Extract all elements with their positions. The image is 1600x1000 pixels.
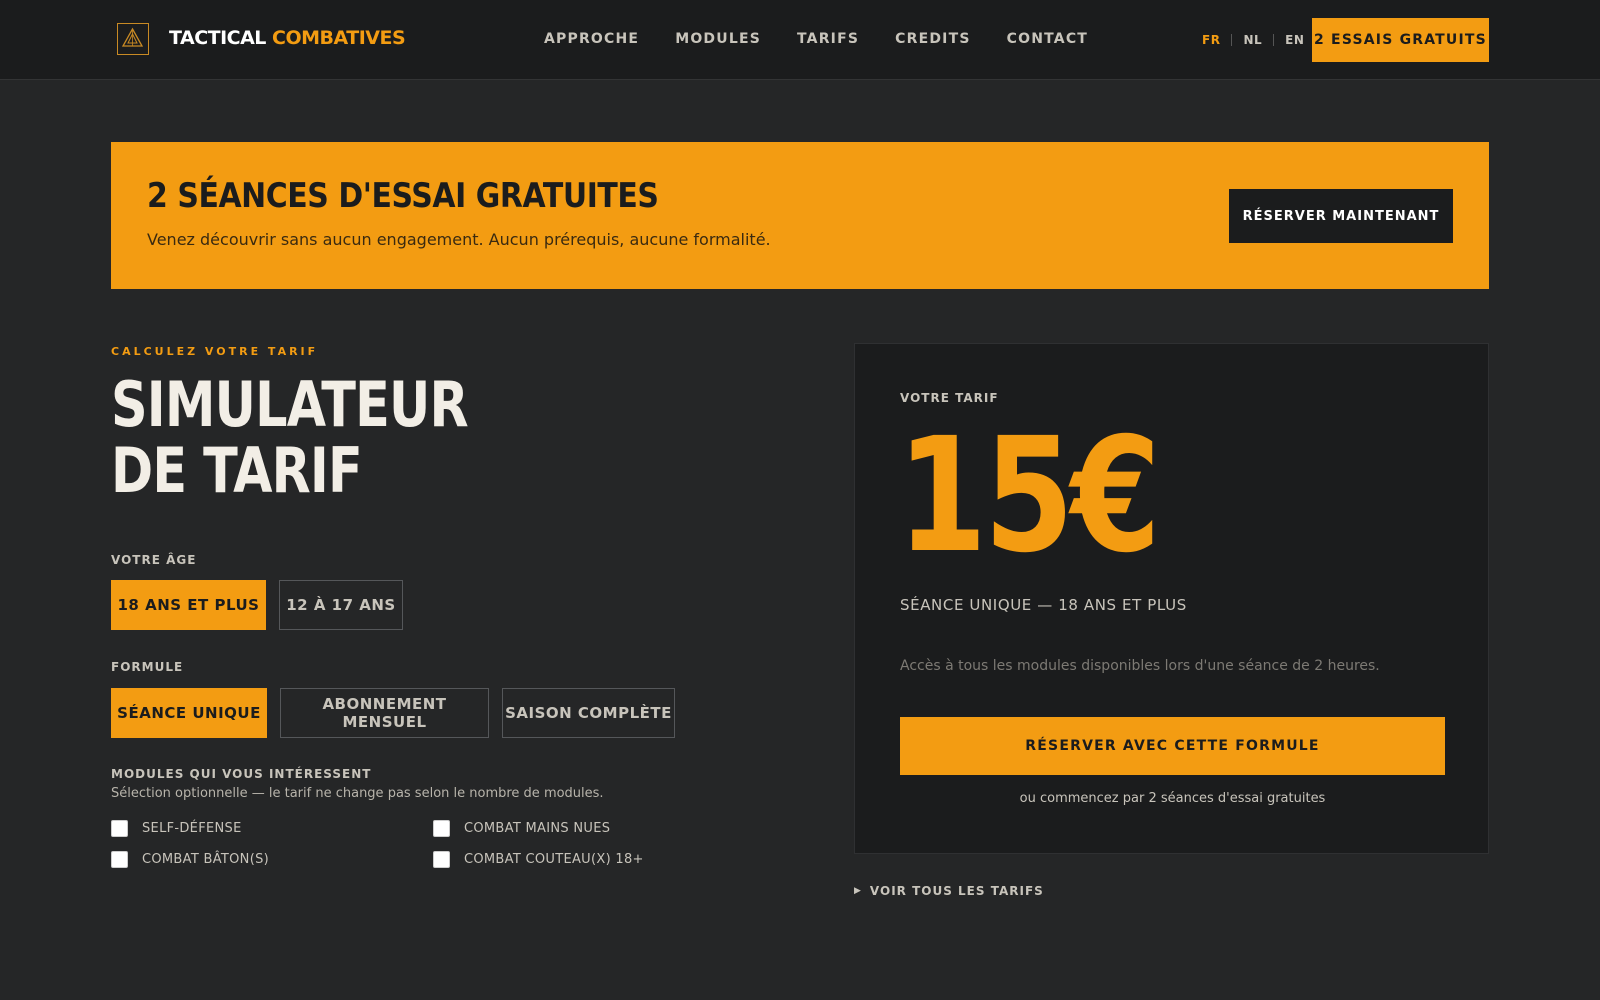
modules-label: MODULES QUI VOUS INTÉRESSENT (111, 767, 372, 781)
all-tarifs-label: VOIR TOUS LES TARIFS (869, 884, 1044, 898)
brand-primary: TACTICAL (169, 27, 266, 49)
free-trial-banner: 2 SÉANCES D'ESSAI GRATUITES Venez découv… (111, 142, 1489, 289)
simulator-title-line2: DE TARIF (111, 434, 363, 507)
formula-label: FORMULE (111, 660, 184, 674)
module-label: SELF-DÉFENSE (142, 821, 242, 836)
main-menu: APPROCHE MODULES TARIFS CREDITS CONTACT (544, 31, 1088, 47)
menu-item-credits[interactable]: CREDITS (895, 31, 970, 47)
lang-fr[interactable]: FR (1202, 33, 1220, 47)
menu-item-tarifs[interactable]: TARIFS (797, 31, 859, 47)
checkbox[interactable] (433, 851, 450, 868)
price-description: SÉANCE UNIQUE — 18 ANS ET PLUS (900, 596, 1187, 614)
simulator-title-line1: SIMULATEUR (111, 368, 469, 441)
module-stick[interactable]: COMBAT BÂTON(S) (111, 851, 269, 868)
formula-option-monthly[interactable]: ABONNEMENT MENSUEL (280, 688, 489, 738)
language-switcher: FR NL EN (1202, 33, 1304, 47)
menu-item-contact[interactable]: CONTACT (1007, 31, 1088, 47)
price-result-card: VOTRE TARIF 15€ SÉANCE UNIQUE — 18 ANS E… (854, 343, 1489, 854)
lang-divider (1231, 34, 1233, 46)
module-label: COMBAT MAINS NUES (464, 821, 611, 836)
simulator-title: SIMULATEUR DE TARIF (111, 372, 469, 507)
lang-en[interactable]: EN (1285, 33, 1304, 47)
price-value: 15€ (897, 404, 1161, 588)
modules-hint: Sélection optionnelle — le tarif ne chan… (111, 786, 604, 801)
menu-item-approche[interactable]: APPROCHE (544, 31, 639, 47)
price-info: Accès à tous les modules disponibles lor… (900, 658, 1380, 674)
top-nav: TACTICAL COMBATIVES APPROCHE MODULES TAR… (0, 0, 1600, 80)
banner-subtitle: Venez découvrir sans aucun engagement. A… (147, 230, 771, 249)
module-knife[interactable]: COMBAT COUTEAU(X) 18+ (433, 851, 644, 868)
all-tarifs-toggle[interactable]: ▶ VOIR TOUS LES TARIFS (854, 884, 1044, 898)
checkbox[interactable] (111, 851, 128, 868)
menu-item-modules[interactable]: MODULES (675, 31, 761, 47)
brand-accent: COMBATIVES (272, 27, 406, 49)
simulator-eyebrow: CALCULEZ VOTRE TARIF (111, 345, 319, 358)
book-formula-button[interactable]: RÉSERVER AVEC CETTE FORMULE (900, 717, 1445, 775)
free-trials-button[interactable]: 2 ESSAIS GRATUITS (1312, 18, 1489, 62)
lang-nl[interactable]: NL (1243, 33, 1262, 47)
module-self-defense[interactable]: SELF-DÉFENSE (111, 820, 242, 837)
age-option-teen[interactable]: 12 À 17 ANS (279, 580, 403, 630)
age-label: VOTRE ÂGE (111, 553, 197, 567)
banner-title: 2 SÉANCES D'ESSAI GRATUITES (147, 176, 659, 216)
formula-option-season[interactable]: SAISON COMPLÈTE (502, 688, 675, 738)
module-bare-hands[interactable]: COMBAT MAINS NUES (433, 820, 610, 837)
formula-option-single[interactable]: SÉANCE UNIQUE (111, 688, 267, 738)
brand-name[interactable]: TACTICAL COMBATIVES (169, 27, 406, 49)
logo-icon[interactable] (117, 23, 149, 55)
age-option-adult[interactable]: 18 ANS ET PLUS (111, 580, 266, 630)
book-now-button[interactable]: RÉSERVER MAINTENANT (1229, 189, 1453, 243)
checkbox[interactable] (433, 820, 450, 837)
lang-divider (1273, 34, 1275, 46)
checkbox[interactable] (111, 820, 128, 837)
module-label: COMBAT COUTEAU(X) 18+ (464, 852, 644, 867)
price-label: VOTRE TARIF (900, 391, 999, 405)
free-trial-alt-link[interactable]: ou commencez par 2 séances d'essai gratu… (900, 791, 1445, 806)
module-label: COMBAT BÂTON(S) (142, 852, 269, 867)
triangle-right-icon: ▶ (854, 886, 862, 896)
